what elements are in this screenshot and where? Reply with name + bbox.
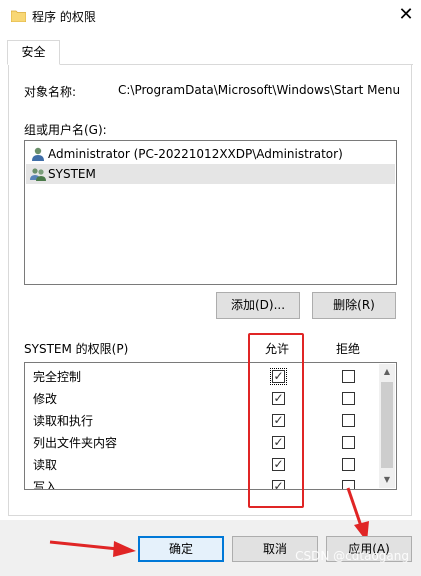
folder-icon xyxy=(11,10,26,22)
permission-label: 修改 xyxy=(33,392,58,406)
deny-read-execute-checkbox[interactable] xyxy=(342,414,355,427)
permission-row: 列出文件夹内容 xyxy=(33,433,117,453)
remove-user-button[interactable]: 删除(R) xyxy=(312,292,396,319)
close-button[interactable]: ✕ xyxy=(391,0,421,32)
permissions-list[interactable]: 完全控制 ✓ 修改 ✓ 读取和执行 ✓ 列出文件夹内容 ✓ 读取 ✓ 写入 ✓ … xyxy=(24,362,397,490)
permission-row: 完全控制 xyxy=(33,367,81,387)
permission-label: 读取和执行 xyxy=(33,414,94,428)
permission-label: 读取 xyxy=(33,458,58,472)
permission-row: 读取和执行 xyxy=(33,411,93,431)
permission-label: 列出文件夹内容 xyxy=(33,436,118,450)
watermark: CSDN @cdtaogang xyxy=(295,549,409,563)
users-group-icon xyxy=(30,168,46,181)
object-path: C:\ProgramData\Microsoft\Windows\Start M… xyxy=(118,83,400,97)
user-icon xyxy=(32,147,44,161)
permissions-label: SYSTEM 的权限(P) xyxy=(24,342,129,356)
user-item-label: Administrator (PC-20221012XXDP\Administr… xyxy=(48,147,343,161)
permissions-scrollbar[interactable]: ▲ ▼ xyxy=(379,364,395,488)
scroll-down-icon[interactable]: ▼ xyxy=(379,472,395,488)
permission-row: 修改 xyxy=(33,389,57,409)
permission-label: 写入 xyxy=(33,480,58,490)
permission-row: 写入 xyxy=(33,477,58,490)
scroll-up-icon[interactable]: ▲ xyxy=(379,364,395,380)
deny-list-folder-checkbox[interactable] xyxy=(342,436,355,449)
deny-modify-checkbox[interactable] xyxy=(342,392,355,405)
users-label: 组或用户名(G): xyxy=(24,123,107,137)
deny-read-checkbox[interactable] xyxy=(342,458,355,471)
object-name-label: 对象名称: xyxy=(24,85,77,99)
permission-row: 读取 xyxy=(33,455,57,475)
users-listbox[interactable]: Administrator (PC-20221012XXDP\Administr… xyxy=(24,140,397,285)
permission-label: 完全控制 xyxy=(33,370,82,384)
deny-full-control-checkbox[interactable] xyxy=(342,370,355,383)
window-title: 程序 的权限 xyxy=(32,10,96,24)
title-bar: 程序 的权限 ✕ xyxy=(0,0,421,32)
add-user-button[interactable]: 添加(D)... xyxy=(216,292,300,319)
tab-security[interactable]: 安全 xyxy=(7,40,60,65)
allow-column-highlight xyxy=(248,333,304,508)
user-item-label: SYSTEM xyxy=(48,167,96,181)
scroll-thumb[interactable] xyxy=(381,382,393,468)
deny-header: 拒绝 xyxy=(336,342,361,356)
deny-write-checkbox[interactable] xyxy=(342,480,355,489)
user-item-system[interactable]: SYSTEM xyxy=(26,164,395,184)
ok-button[interactable]: 确定 xyxy=(138,536,224,562)
user-item-administrator[interactable]: Administrator (PC-20221012XXDP\Administr… xyxy=(26,144,395,164)
